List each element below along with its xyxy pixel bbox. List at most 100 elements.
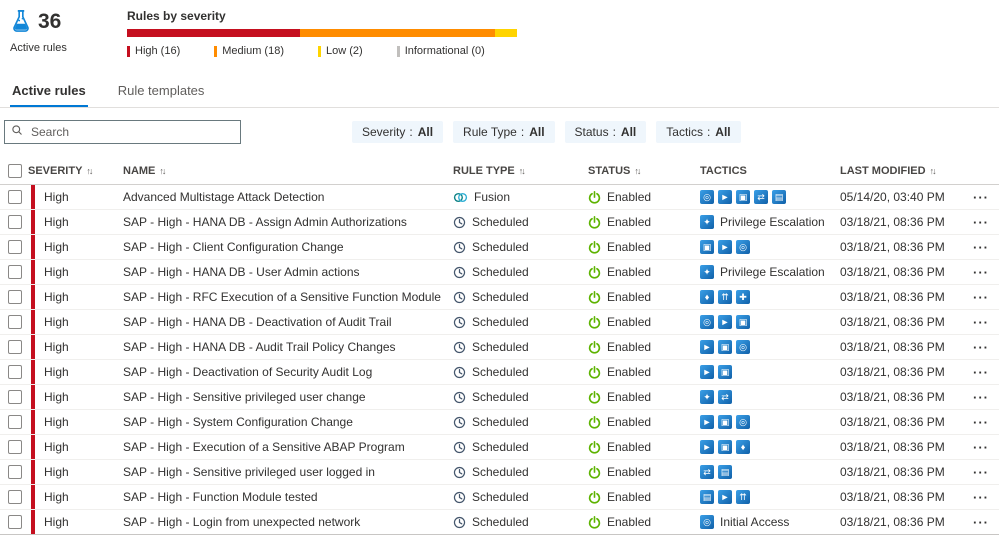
sort-icon: ↑↓: [159, 166, 164, 176]
table-row[interactable]: HighSAP - High - HANA DB - Deactivation …: [0, 310, 999, 335]
row-checkbox[interactable]: [8, 515, 22, 529]
row-checkbox[interactable]: [8, 265, 22, 279]
last-modified: 03/18/21, 08:36 PM: [840, 490, 963, 504]
row-context-menu-button[interactable]: ···: [973, 215, 989, 230]
active-rules-count-label: Active rules: [10, 42, 127, 54]
scheduled-icon: [453, 341, 466, 354]
column-header-last-modified[interactable]: LAST MODIFIED↑↓: [840, 165, 963, 177]
persistence-icon: ▣: [736, 190, 750, 204]
filter-pill-rule-type[interactable]: Rule Type:All: [453, 121, 555, 143]
severity-label: High: [44, 365, 69, 379]
row-context-menu-button[interactable]: ···: [973, 265, 989, 280]
row-context-menu-button[interactable]: ···: [973, 490, 989, 505]
table-row[interactable]: HighSAP - High - HANA DB - Assign Admin …: [0, 210, 999, 235]
filter-pill-status[interactable]: Status:All: [565, 121, 647, 143]
tactics-cell: ⇄▤: [700, 465, 840, 479]
severity-label: High: [44, 415, 69, 429]
status-label: Enabled: [607, 490, 651, 504]
row-context-menu-button[interactable]: ···: [973, 440, 989, 455]
column-header-rule-type[interactable]: RULE TYPE↑↓: [453, 165, 588, 177]
scheduled-icon: [453, 491, 466, 504]
scheduled-icon: [453, 416, 466, 429]
row-context-menu-button[interactable]: ···: [973, 365, 989, 380]
rule-name: SAP - High - HANA DB - User Admin action…: [123, 265, 453, 279]
tab-rule-templates[interactable]: Rule templates: [116, 77, 207, 107]
execution-icon: ►: [700, 340, 714, 354]
row-context-menu-button[interactable]: ···: [973, 465, 989, 480]
table-row[interactable]: HighSAP - High - RFC Execution of a Sens…: [0, 285, 999, 310]
discovery-icon: ✚: [736, 290, 750, 304]
column-header-name[interactable]: NAME↑↓: [123, 165, 453, 177]
row-checkbox[interactable]: [8, 365, 22, 379]
exfiltration-icon: ⇈: [718, 290, 732, 304]
table-row[interactable]: HighSAP - High - Client Configuration Ch…: [0, 235, 999, 260]
status-label: Enabled: [607, 390, 651, 404]
table-row[interactable]: HighSAP - High - Sensitive privileged us…: [0, 385, 999, 410]
filter-pill-value: All: [715, 125, 730, 139]
row-context-menu-button[interactable]: ···: [973, 415, 989, 430]
enabled-icon: [588, 216, 601, 229]
tactics-cell: ✦Privilege Escalation: [700, 265, 840, 279]
table-row[interactable]: HighSAP - High - System Configuration Ch…: [0, 410, 999, 435]
table-row[interactable]: HighSAP - High - Deactivation of Securit…: [0, 360, 999, 385]
filter-pill-separator: :: [521, 125, 524, 139]
rule-name: SAP - High - Client Configuration Change: [123, 240, 453, 254]
row-context-menu-button[interactable]: ···: [973, 340, 989, 355]
table-row[interactable]: HighSAP - High - Function Module testedS…: [0, 485, 999, 510]
execution-icon: ►: [718, 315, 732, 329]
tabs: Active rules Rule templates: [0, 77, 999, 108]
row-checkbox[interactable]: [8, 415, 22, 429]
table-row[interactable]: HighSAP - High - Execution of a Sensitiv…: [0, 435, 999, 460]
filter-pill-value: All: [529, 125, 544, 139]
rule-type-label: Scheduled: [472, 415, 529, 429]
collection-icon: ▤: [772, 190, 786, 204]
scheduled-icon: [453, 316, 466, 329]
severity-label: High: [44, 465, 69, 479]
last-modified: 03/18/21, 08:36 PM: [840, 240, 963, 254]
status-label: Enabled: [607, 415, 651, 429]
row-checkbox[interactable]: [8, 340, 22, 354]
row-checkbox[interactable]: [8, 290, 22, 304]
filter-pill-tactics[interactable]: Tactics:All: [656, 121, 740, 143]
search-input[interactable]: [29, 124, 234, 140]
row-context-menu-button[interactable]: ···: [973, 240, 989, 255]
row-checkbox[interactable]: [8, 190, 22, 204]
row-checkbox[interactable]: [8, 465, 22, 479]
row-context-menu-button[interactable]: ···: [973, 515, 989, 530]
severity-bar-segment-high: [127, 29, 300, 37]
table-row[interactable]: High SAP - High - Sensitive privileged us…: [0, 460, 999, 485]
row-context-menu-button[interactable]: ···: [973, 315, 989, 330]
column-header-status[interactable]: STATUS↑↓: [588, 165, 700, 177]
column-header-tactics[interactable]: TACTICS: [700, 165, 840, 177]
table-row[interactable]: HighSAP - High - HANA DB - User Admin ac…: [0, 260, 999, 285]
severity-bar-segment-low: [495, 29, 517, 37]
initial-access-icon: ◎: [736, 415, 750, 429]
tab-active-rules[interactable]: Active rules: [10, 77, 88, 107]
initial-access-icon: ◎: [736, 240, 750, 254]
table-row[interactable]: HighSAP - High - HANA DB - Audit Trail P…: [0, 335, 999, 360]
row-checkbox[interactable]: [8, 490, 22, 504]
row-checkbox[interactable]: [8, 215, 22, 229]
filter-pill-severity[interactable]: Severity:All: [352, 121, 443, 143]
rule-name: SAP - High - Sensitive privileged user l…: [123, 465, 453, 479]
select-all-checkbox[interactable]: [8, 164, 22, 178]
table-row[interactable]: HighSAP - High - Login from unexpected n…: [0, 510, 999, 535]
row-checkbox[interactable]: [8, 240, 22, 254]
severity-bar: [31, 235, 35, 259]
column-header-severity[interactable]: SEVERITY↑↓: [28, 165, 123, 177]
row-context-menu-button[interactable]: ···: [973, 390, 989, 405]
row-context-menu-button[interactable]: ···: [973, 190, 989, 205]
status-label: Enabled: [607, 365, 651, 379]
execution-icon: ►: [700, 440, 714, 454]
row-context-menu-button[interactable]: ···: [973, 290, 989, 305]
tactic-label: Initial Access: [720, 515, 789, 529]
row-checkbox[interactable]: [8, 315, 22, 329]
severity-label: High: [44, 490, 69, 504]
rule-type-label: Scheduled: [472, 340, 529, 354]
row-checkbox[interactable]: [8, 440, 22, 454]
table-row[interactable]: HighAdvanced Multistage Attack Detection…: [0, 185, 999, 210]
tactics-cell: ▤►⇈: [700, 490, 840, 504]
row-checkbox[interactable]: [8, 390, 22, 404]
tactics-cell: ►▣◎: [700, 340, 840, 354]
tactics-cell: ►▣♦: [700, 440, 840, 454]
